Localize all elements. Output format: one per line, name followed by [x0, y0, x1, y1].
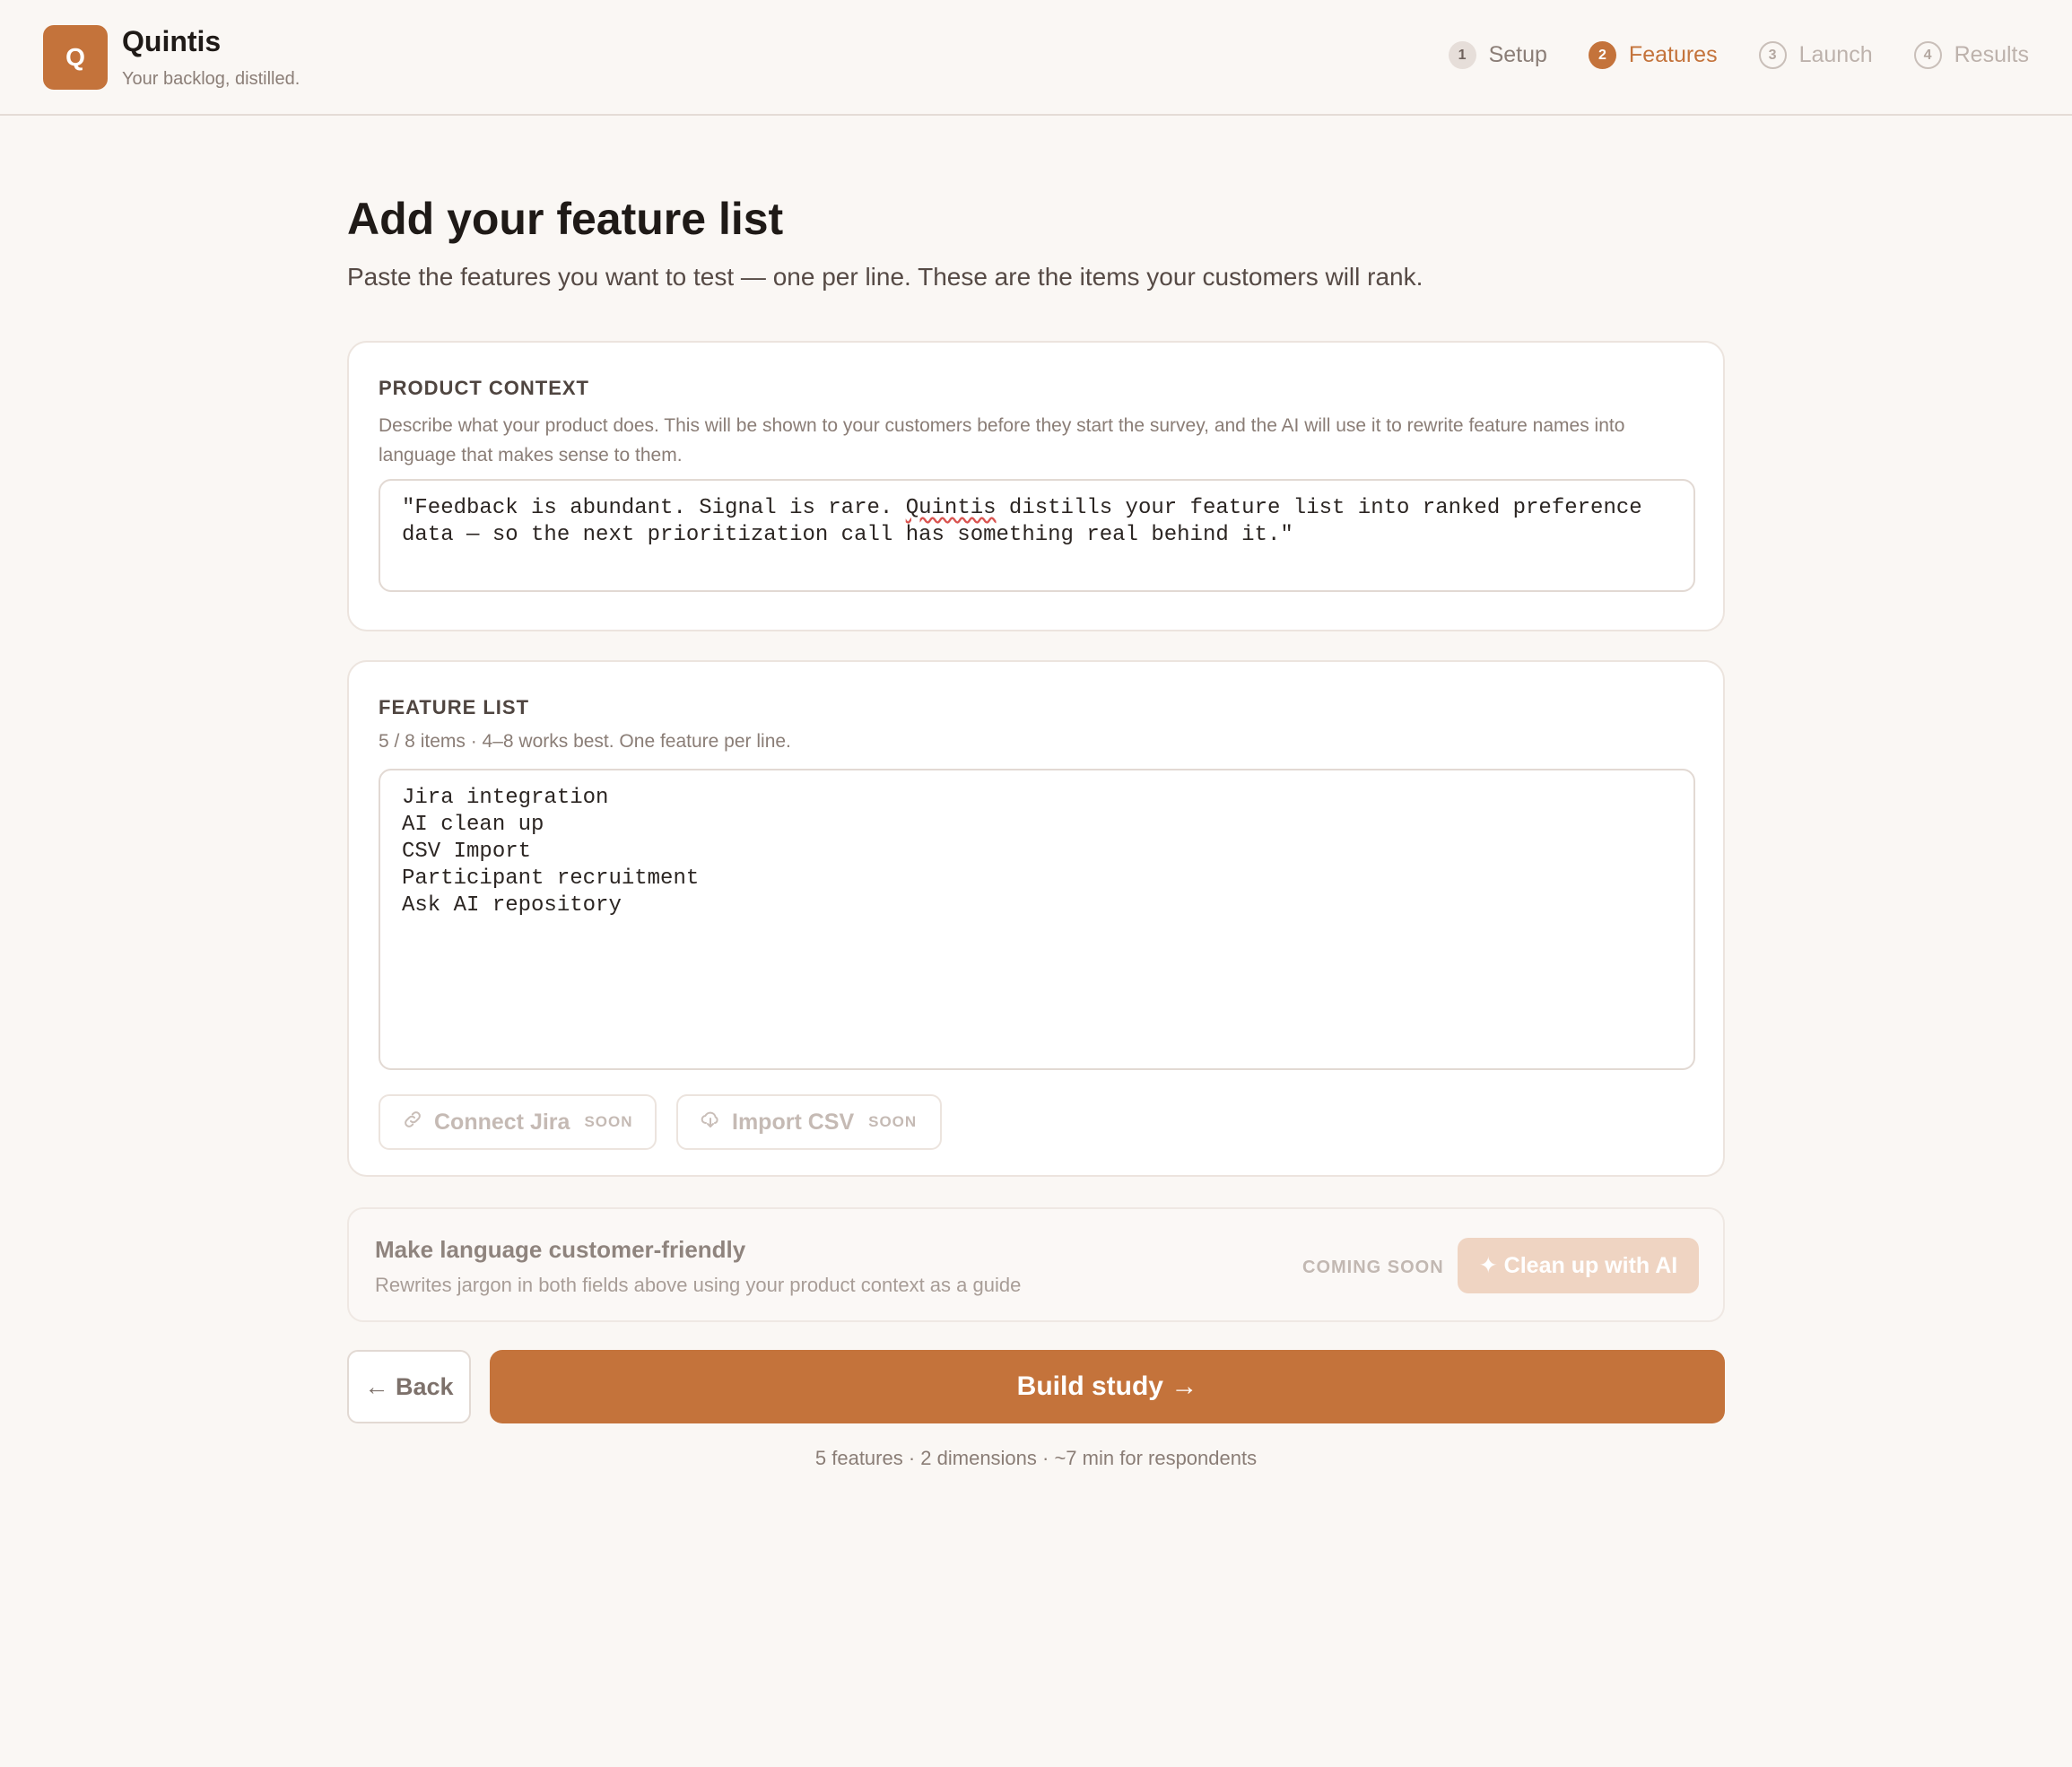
soon-badge: SOON — [868, 1113, 918, 1130]
top-header: Q Quintis Your backlog, distilled. 1 Set… — [0, 0, 2072, 116]
step-label: Launch — [1798, 42, 1873, 67]
step-label: Setup — [1488, 42, 1547, 67]
clean-up-with-ai-button[interactable]: ✦ Clean up with AI — [1458, 1238, 1699, 1293]
context-text-start: "Feedback is abundant. Signal is rare. — [402, 496, 906, 520]
app-logo[interactable]: Q — [43, 25, 108, 90]
step-setup[interactable]: 1 Setup — [1448, 41, 1547, 69]
feature-list-label: FEATURE LIST — [379, 696, 530, 718]
step-launch[interactable]: 3 Launch — [1758, 41, 1873, 69]
step-number-badge: 1 — [1448, 41, 1476, 69]
spellcheck-flagged-word[interactable]: Quintis — [906, 496, 997, 520]
page-title: Add your feature list — [347, 194, 784, 244]
ai-cleanup-panel: Make language customer-friendly Rewrites… — [347, 1207, 1725, 1322]
soon-badge: SOON — [584, 1113, 633, 1130]
step-results[interactable]: 4 Results — [1913, 41, 2029, 69]
step-label: Features — [1628, 42, 1718, 67]
ai-cleanup-description: Rewrites jargon in both fields above usi… — [375, 1274, 1022, 1296]
feature-list-card: FEATURE LIST 5 / 8 items · 4–8 works bes… — [347, 660, 1725, 1177]
page-subtitle: Paste the features you want to test — on… — [347, 263, 1423, 291]
import-csv-button[interactable]: Import CSV SOON — [676, 1094, 942, 1150]
coming-soon-badge: COMING SOON — [1302, 1258, 1444, 1277]
product-context-description: Describe what your product does. This wi… — [379, 415, 1625, 466]
progress-stepper: 1 Setup 2 Features 3 Launch 4 Results — [1448, 41, 2029, 69]
link-icon — [402, 1109, 423, 1136]
connect-jira-label: Connect Jira — [434, 1109, 570, 1135]
product-context-label: PRODUCT CONTEXT — [379, 377, 589, 399]
study-summary: 5 features · 2 dimensions · ~7 min for r… — [814, 1447, 1258, 1469]
back-button[interactable]: ← Back — [347, 1350, 471, 1423]
brand-name: Quintis — [122, 25, 222, 57]
step-features[interactable]: 2 Features — [1588, 41, 1718, 69]
brand-tagline: Your backlog, distilled. — [122, 69, 300, 89]
ai-cleanup-title: Make language customer-friendly — [375, 1236, 746, 1263]
product-context-card: PRODUCT CONTEXT Describe what your produ… — [347, 341, 1725, 631]
feature-list-textarea[interactable]: Jira integration AI clean up CSV Import … — [379, 769, 1695, 1070]
build-study-button[interactable]: Build study → — [490, 1350, 1725, 1423]
step-number-badge: 2 — [1588, 41, 1616, 69]
step-number-badge: 4 — [1913, 41, 1942, 69]
step-label: Results — [1954, 42, 2029, 67]
product-context-textarea[interactable]: "Feedback is abundant. Signal is rare. Q… — [379, 479, 1695, 592]
step-number-badge: 3 — [1758, 41, 1787, 69]
import-csv-label: Import CSV — [732, 1109, 855, 1135]
connect-jira-button[interactable]: Connect Jira SOON — [379, 1094, 657, 1150]
feature-count-hint: 5 / 8 items · 4–8 works best. One featur… — [379, 731, 791, 752]
cloud-download-icon — [700, 1109, 721, 1136]
